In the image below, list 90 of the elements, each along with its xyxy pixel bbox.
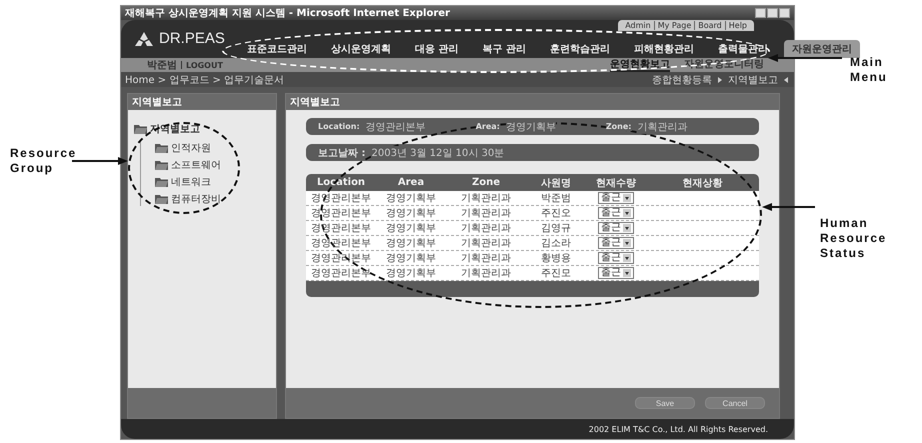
top-link[interactable]: Admin [622, 21, 654, 30]
table-cell-text: 기획관리과 [460, 207, 512, 220]
close-button[interactable] [779, 8, 790, 18]
status-dropdown[interactable]: 출근 [598, 222, 634, 234]
table-cell-text: 주진오 [540, 207, 572, 220]
table-cell-text: 경영기획부 [385, 192, 437, 205]
filter-value: 기획관리과 [638, 120, 688, 134]
filter-value: 경영관리본부 [366, 120, 426, 134]
dropdown-caret-icon [623, 239, 631, 247]
folder-icon [155, 160, 168, 170]
logo-icon [135, 32, 153, 46]
table-cell-text: 경영기획부 [385, 267, 437, 280]
column-header: 현재수량 [595, 176, 637, 190]
table-cell-text: 황병용 [540, 252, 572, 265]
table-cell-text: 경영기획부 [385, 252, 437, 265]
copyright-text: 2002 ELIM T&C Co., Ltd. All Rights Reserved. [588, 424, 768, 434]
page-nav-link[interactable]: 지역별보고 [728, 72, 778, 86]
tree-item[interactable]: 네트워크 [171, 175, 211, 189]
window-title: 재해복구 상시운영계획 지원 시스템 - Microsoft Internet Explorer [125, 7, 450, 20]
table-cell-text: 경영관리본부 [310, 222, 372, 235]
top-link[interactable]: Help [724, 21, 750, 30]
folder-icon [134, 124, 147, 134]
menu-tab[interactable]: 훈련학습관리 [542, 40, 618, 58]
filter-label: Location: [318, 122, 360, 131]
menu-tab[interactable]: 대응 관리 [407, 40, 466, 58]
panel-title: 지역별보고 [290, 96, 340, 109]
column-header: Location [316, 177, 366, 188]
menu-tab[interactable]: 피해현황관리 [626, 40, 702, 58]
tree-item[interactable]: 컴퓨터장비 [171, 192, 221, 206]
triangle-right-icon [718, 76, 722, 82]
status-dropdown[interactable]: 출근 [598, 192, 634, 204]
report-date-label: 보고날짜 : [318, 146, 366, 160]
table-cell-text: 김영규 [540, 222, 572, 235]
tree-item[interactable]: 소프트웨어 [171, 158, 221, 172]
status-dropdown[interactable]: 출근 [598, 207, 634, 219]
menu-tab[interactable]: 출력물관리 [710, 40, 776, 58]
menu-tab[interactable]: 복구 관리 [474, 40, 534, 58]
minimize-button[interactable] [755, 8, 766, 18]
menu-tab[interactable]: 자원운영관리 [784, 40, 860, 58]
column-header: 사원명 [540, 176, 572, 190]
column-header: Zone [470, 177, 502, 188]
table-cell-text: 경영관리본부 [310, 267, 372, 280]
dropdown-caret-icon [623, 254, 631, 262]
table-cell-text: 김소라 [540, 237, 572, 250]
table-cell-text: 경영기획부 [385, 207, 437, 220]
arrow-icon [768, 54, 842, 62]
folder-icon [155, 143, 168, 153]
table-cell-text: 기획관리과 [460, 267, 512, 280]
table-cell-text: 경영관리본부 [310, 207, 372, 220]
annotation-label: Human Resource Status [820, 216, 888, 261]
status-dropdown[interactable]: 출근 [598, 237, 634, 249]
dropdown-caret-icon [623, 224, 631, 232]
panel-title: 지역별보고 [132, 96, 182, 109]
table-cell-text: 주진모 [540, 267, 572, 280]
logout-link[interactable]: LOGOUT [186, 60, 223, 70]
arrow-icon [762, 203, 815, 211]
status-dropdown[interactable]: 출근 [598, 267, 634, 279]
report-date-value: 2003년 3월 12일 10시 30분 [371, 146, 504, 160]
maximize-button[interactable] [767, 8, 778, 18]
logo-text: DR.PEAS [159, 30, 225, 47]
table-cell-text: 기획관리과 [460, 222, 512, 235]
column-header: Area [396, 177, 426, 188]
dropdown-caret-icon [623, 269, 631, 277]
column-header: 현재상황 [682, 176, 724, 190]
dropdown-caret-icon [623, 209, 631, 217]
tree-item[interactable]: 인적자원 [171, 141, 211, 155]
table-cell-text: 박준범 [540, 192, 572, 205]
filter-label: Zone: [606, 122, 632, 131]
page-nav-link[interactable]: 종합현황등록 [652, 72, 712, 86]
triangle-left-icon [784, 76, 788, 82]
user-name: 박준범 [147, 59, 177, 72]
table-cell-text: 경영기획부 [385, 222, 437, 235]
filter-label: Area: [476, 122, 500, 131]
breadcrumb: Home > 업무코드 > 업무기술문서 [125, 74, 284, 86]
arrow-icon [72, 157, 128, 165]
annotation-label: Main Menu [850, 55, 888, 85]
menu-tab[interactable]: 상시운영계획 [323, 40, 399, 58]
status-dropdown[interactable]: 출근 [598, 252, 634, 264]
top-link[interactable]: Board [694, 21, 725, 30]
folder-icon [155, 177, 168, 187]
table-cell-text: 기획관리과 [460, 252, 512, 265]
table-cell-text: 경영기획부 [385, 237, 437, 250]
top-link[interactable]: My Page [654, 21, 694, 30]
table-cell-text: 기획관리과 [460, 237, 512, 250]
table-cell-text: 기획관리과 [460, 192, 512, 205]
folder-icon [155, 194, 168, 204]
annotation-label: Resource Group [10, 146, 78, 176]
menu-tab[interactable]: 표준코드관리 [239, 40, 315, 58]
filter-value: 경영기획부 [506, 120, 556, 134]
dropdown-caret-icon [623, 194, 631, 202]
